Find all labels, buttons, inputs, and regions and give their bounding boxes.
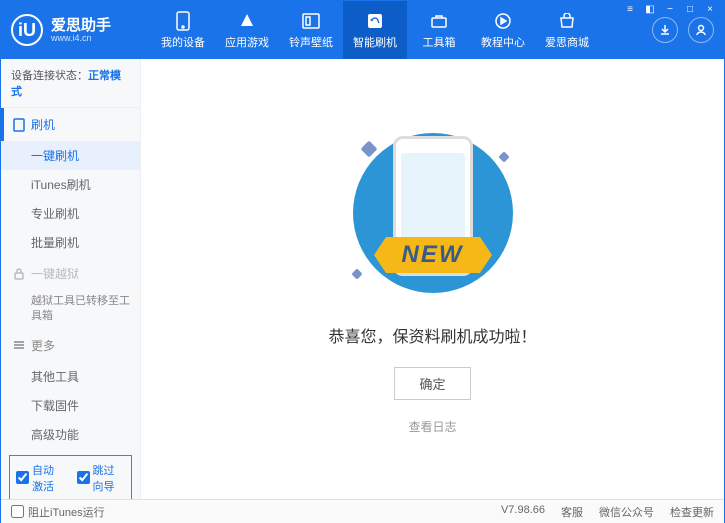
sidebar-item-advanced[interactable]: 高级功能 xyxy=(1,420,140,449)
nav-tabs: 我的设备 应用游戏 铃声壁纸 智能刷机 工具箱 教程中心 爱思商城 xyxy=(151,1,652,59)
lock-icon xyxy=(13,268,25,280)
nav-tab-toolbox[interactable]: 工具箱 xyxy=(407,1,471,59)
service-link[interactable]: 客服 xyxy=(561,504,583,520)
nav-label: 铃声壁纸 xyxy=(289,34,333,50)
wechat-link[interactable]: 微信公众号 xyxy=(599,504,654,520)
logo-icon: iU xyxy=(11,14,43,46)
connection-status: 设备连接状态：正常模式 xyxy=(1,59,140,108)
store-icon xyxy=(557,11,577,31)
toolbox-icon xyxy=(429,11,449,31)
phone-icon xyxy=(173,11,193,31)
phone-icon xyxy=(13,118,25,132)
nav-tab-ringtones[interactable]: 铃声壁纸 xyxy=(279,1,343,59)
win-max-btn[interactable]: □ xyxy=(681,2,699,16)
content-area: NEW 恭喜您，保资料刷机成功啦！ 确定 查看日志 xyxy=(141,59,724,499)
skip-guide-checkbox[interactable]: 跳过向导 xyxy=(77,462,126,494)
section-label: 更多 xyxy=(31,337,55,354)
nav-label: 工具箱 xyxy=(423,34,456,50)
nav-tab-store[interactable]: 爱思商城 xyxy=(535,1,599,59)
apps-icon xyxy=(237,11,257,31)
nav-label: 教程中心 xyxy=(481,34,525,50)
win-skin-btn[interactable]: ◧ xyxy=(641,2,659,16)
nav-label: 应用游戏 xyxy=(225,34,269,50)
nav-tab-apps[interactable]: 应用游戏 xyxy=(215,1,279,59)
logo-area: iU 爱思助手 www.i4.cn xyxy=(11,14,151,46)
sidebar-item-batch[interactable]: 批量刷机 xyxy=(1,228,140,257)
confirm-button[interactable]: 确定 xyxy=(394,367,470,400)
nav-tab-tutorials[interactable]: 教程中心 xyxy=(471,1,535,59)
download-icon[interactable] xyxy=(652,17,678,43)
win-min-btn[interactable]: − xyxy=(661,2,679,16)
section-label: 刷机 xyxy=(31,116,55,133)
tutorial-icon xyxy=(493,11,513,31)
auto-activate-checkbox[interactable]: 自动激活 xyxy=(16,462,65,494)
nav-tab-flash[interactable]: 智能刷机 xyxy=(343,1,407,59)
wallpaper-icon xyxy=(301,11,321,31)
update-link[interactable]: 检查更新 xyxy=(670,504,714,520)
user-icon[interactable] xyxy=(688,17,714,43)
new-banner: NEW xyxy=(386,237,480,273)
version-label: V7.98.66 xyxy=(501,504,545,520)
win-menu-btn[interactable]: ≡ xyxy=(621,2,639,16)
view-log-link[interactable]: 查看日志 xyxy=(408,418,456,435)
header: iU 爱思助手 www.i4.cn 我的设备 应用游戏 铃声壁纸 智能刷机 工具… xyxy=(1,1,724,59)
sidebar-section-more[interactable]: 更多 xyxy=(1,329,140,362)
list-icon xyxy=(13,340,25,350)
success-message: 恭喜您，保资料刷机成功啦！ xyxy=(328,323,536,347)
nav-tab-device[interactable]: 我的设备 xyxy=(151,1,215,59)
nav-label: 智能刷机 xyxy=(353,34,397,50)
flash-icon xyxy=(365,11,385,31)
nav-label: 我的设备 xyxy=(161,34,205,50)
sidebar-section-flash[interactable]: 刷机 xyxy=(1,108,140,141)
footer: 阻止iTunes运行 V7.98.66 客服 微信公众号 检查更新 xyxy=(1,499,724,523)
sidebar-item-itunes[interactable]: iTunes刷机 xyxy=(1,170,140,199)
sidebar-item-oneclick[interactable]: 一键刷机 xyxy=(1,141,140,170)
win-close-btn[interactable]: × xyxy=(701,2,719,16)
app-url: www.i4.cn xyxy=(51,33,111,43)
app-name: 爱思助手 xyxy=(51,18,111,33)
sidebar-section-jailbreak[interactable]: 一键越狱 xyxy=(1,257,140,290)
success-illustration: NEW xyxy=(323,123,543,303)
sidebar-item-other[interactable]: 其他工具 xyxy=(1,362,140,391)
section-label: 一键越狱 xyxy=(31,265,79,282)
options-box: 自动激活 跳过向导 xyxy=(9,455,132,499)
sidebar: 设备连接状态：正常模式 刷机 一键刷机 iTunes刷机 专业刷机 批量刷机 一… xyxy=(1,59,141,499)
jailbreak-note: 越狱工具已转移至工具箱 xyxy=(1,290,140,329)
block-itunes-checkbox[interactable]: 阻止iTunes运行 xyxy=(11,504,105,520)
sidebar-item-firmware[interactable]: 下载固件 xyxy=(1,391,140,420)
sidebar-item-pro[interactable]: 专业刷机 xyxy=(1,199,140,228)
nav-label: 爱思商城 xyxy=(545,34,589,50)
